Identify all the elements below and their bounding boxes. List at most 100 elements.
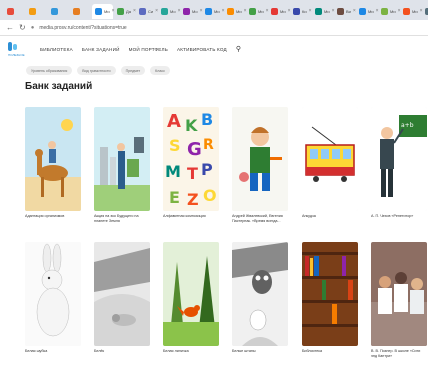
browser-tab[interactable]: Ми × <box>224 4 247 19</box>
favicon-icon <box>117 7 124 15</box>
browser-tab[interactable]: Да × <box>114 4 136 19</box>
browser-tab[interactable]: Ми × <box>312 4 335 19</box>
card-image-recycling[interactable] <box>94 107 150 211</box>
favicon-icon <box>95 7 102 15</box>
favicon-icon <box>183 7 190 15</box>
browser-tab[interactable]: Ми × <box>246 4 269 19</box>
task-card[interactable]: Библиотека <box>302 242 358 354</box>
browser-tab[interactable]: Си × <box>136 4 158 19</box>
svg-text:A: A <box>167 111 181 132</box>
svg-text:O: O <box>203 186 217 205</box>
favicon-icon <box>205 7 212 15</box>
url-field[interactable]: media.prosv.ru/content/?situations=true <box>39 25 126 31</box>
browser-tab-label: Ки <box>302 8 307 14</box>
task-card[interactable]: Белая шубка <box>25 242 81 354</box>
browser-tab[interactable]: Ви × <box>334 4 356 19</box>
browser-tab-label: Мо <box>192 8 198 14</box>
card-caption: Анкудза <box>302 214 316 218</box>
task-card[interactable]: a+b А. П. Чехов «Репетитор» <box>371 107 427 219</box>
search-icon[interactable]: ⚲ <box>236 45 241 53</box>
browser-tab[interactable] <box>26 4 47 19</box>
favicon-icon <box>293 7 300 15</box>
card-image-letters[interactable]: A K B S G R M T P E Z O <box>163 107 219 211</box>
task-card[interactable]: Андрей Жвалевский, Евгения Пастернак. «В… <box>232 107 288 224</box>
filter-education-level[interactable]: Уровень образования <box>26 66 73 75</box>
card-image-tram[interactable] <box>302 107 358 211</box>
site-logo[interactable]: ПОЛЕЗНОЕ <box>8 39 28 59</box>
svg-text:R: R <box>203 137 214 153</box>
card-image-students[interactable] <box>371 242 427 346</box>
menu-activate-code[interactable]: Активировать код <box>177 47 227 52</box>
favicon-icon <box>139 7 146 15</box>
filter-subject[interactable]: Предмет <box>120 66 146 75</box>
favicon-icon <box>403 7 410 15</box>
back-arrow-icon[interactable]: ← <box>6 23 14 32</box>
browser-tab[interactable]: Мо × <box>158 4 181 19</box>
svg-text:a+b: a+b <box>401 122 414 129</box>
card-image-rabbit[interactable] <box>25 242 81 346</box>
task-card[interactable]: Белая лиличка <box>163 242 219 354</box>
card-caption: Белые штаны <box>232 349 256 353</box>
browser-tab[interactable] <box>70 4 91 19</box>
browser-tab[interactable]: Ми × <box>400 4 423 19</box>
task-card[interactable]: A K B S G R M T P E Z O Алфавитная компо… <box>163 107 219 219</box>
card-caption: Белая шубка <box>25 349 48 353</box>
card-image-boy-drawing[interactable] <box>232 107 288 211</box>
browser-tab[interactable]: WEG× <box>422 4 428 19</box>
card-image-sketch[interactable] <box>94 242 150 346</box>
task-card[interactable]: Акция на эко Будущего на планете Земля <box>94 107 150 224</box>
favicon-icon <box>271 7 278 15</box>
card-image-owl[interactable] <box>232 242 288 346</box>
filter-bar: Уровень образования Вид грамотности Пред… <box>26 66 170 75</box>
filter-literacy-type[interactable]: Вид грамотности <box>77 66 116 75</box>
card-caption: Библиотека <box>302 349 323 353</box>
address-bar: ← ↻ ● media.prosv.ru/content/?situations… <box>0 20 428 36</box>
browser-tab-label: Ми <box>390 8 396 14</box>
menu-library[interactable]: Библиотека <box>40 47 73 52</box>
svg-text:M: M <box>165 162 181 181</box>
browser-tab-label: Ми <box>258 8 264 14</box>
card-caption: Андрей Жвалевский, Евгения Пастернак. «В… <box>232 214 283 223</box>
browser-tab[interactable]: Ми × <box>202 4 225 19</box>
task-card[interactable]: Анкудза <box>302 107 358 219</box>
card-caption: А. П. Чехов «Репетитор» <box>371 214 414 218</box>
browser-tab-label: Ми <box>412 8 418 14</box>
reload-icon[interactable]: ↻ <box>19 23 26 32</box>
browser-tab[interactable]: Ки × <box>290 4 312 19</box>
browser-tab[interactable] <box>4 4 25 19</box>
task-card[interactable]: Адаптация организмов <box>25 107 81 219</box>
browser-tab-label: Ми <box>324 8 330 14</box>
browser-tab-label: Ми <box>368 8 374 14</box>
svg-text:Z: Z <box>187 190 199 209</box>
browser-tab[interactable]: Ми × <box>268 4 291 19</box>
card-caption: Акция на эко Будущего на планете Земля <box>94 214 139 223</box>
browser-tab[interactable]: Ми × <box>378 4 401 19</box>
filter-grade[interactable]: Класс <box>150 66 170 75</box>
menu-task-bank[interactable]: Банк заданий <box>82 47 120 52</box>
card-image-camel[interactable] <box>25 107 81 211</box>
card-image-library[interactable] <box>302 242 358 346</box>
task-card[interactable]: В. В. Познер. В школе «Сити энд Кантри» <box>371 242 427 359</box>
svg-text:G: G <box>187 139 202 160</box>
browser-tab[interactable]: Ми × <box>356 4 379 19</box>
card-image-forest-fox[interactable] <box>163 242 219 346</box>
card-image-teacher[interactable]: a+b <box>371 107 427 211</box>
browser-tab[interactable] <box>48 4 69 19</box>
card-caption: Белая лиличка <box>163 349 189 353</box>
logo-subtitle: ПОЛЕЗНОЕ <box>8 52 25 57</box>
browser-tab-label: Мо <box>170 8 176 14</box>
browser-tab[interactable]: Ми × <box>92 3 115 19</box>
favicon-icon <box>337 7 344 15</box>
browser-tab-label: Ми <box>236 8 242 14</box>
favicon-icon <box>29 7 36 15</box>
browser-tab-label: Ми <box>104 8 110 14</box>
card-caption: Белёк <box>94 349 105 353</box>
browser-tab[interactable]: Мо × <box>180 4 203 19</box>
menu-portfolio[interactable]: Мой портфель <box>129 47 168 52</box>
card-caption: Адаптация организмов <box>25 214 65 218</box>
task-card[interactable]: Белые штаны <box>232 242 288 354</box>
card-caption: В. В. Познер. В школе «Сити энд Кантри» <box>371 349 421 358</box>
task-card[interactable]: Белёк <box>94 242 150 354</box>
svg-text:S: S <box>169 136 181 155</box>
favicon-icon <box>249 7 256 15</box>
